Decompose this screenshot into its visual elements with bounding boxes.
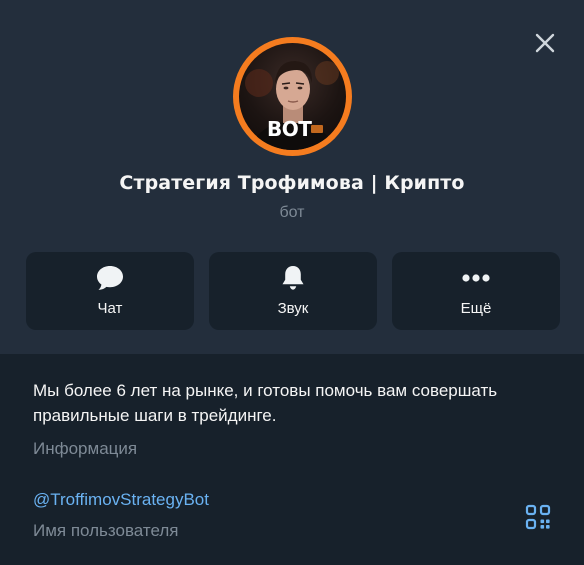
sound-button-label: Звук — [277, 300, 309, 317]
chat-bubble-icon — [97, 266, 123, 290]
sound-button[interactable]: Звук — [209, 252, 377, 330]
chat-button-label: Чат — [97, 300, 123, 317]
more-button-label: Ещё — [460, 300, 492, 317]
bio-text[interactable]: Мы более 6 лет на рынке, и готовы помочь… — [33, 378, 503, 428]
profile-panel: BOT Стратегия Трофимова | Крипто бот Чат… — [0, 0, 584, 565]
bio-label: Информация — [33, 439, 138, 458]
more-button[interactable]: Ещё — [392, 252, 560, 330]
profile-header: BOT Стратегия Трофимова | Крипто бот Чат… — [0, 0, 584, 354]
username-label: Имя пользователя — [33, 521, 179, 540]
more-dots-icon — [462, 274, 490, 282]
qr-code-icon — [525, 504, 551, 530]
close-icon — [535, 33, 555, 53]
avatar-badge-tag — [311, 125, 323, 133]
bell-icon — [282, 266, 304, 290]
close-button[interactable] — [527, 25, 563, 61]
profile-name: Стратегия Трофимова | Крипто — [119, 172, 465, 194]
avatar-image: BOT — [239, 43, 346, 150]
username-link[interactable]: @TroffimovStrategyBot — [33, 490, 209, 510]
qr-code-button[interactable] — [521, 500, 555, 534]
chat-button[interactable]: Чат — [26, 252, 194, 330]
avatar[interactable]: BOT — [233, 37, 352, 156]
profile-kind: бот — [279, 204, 305, 221]
